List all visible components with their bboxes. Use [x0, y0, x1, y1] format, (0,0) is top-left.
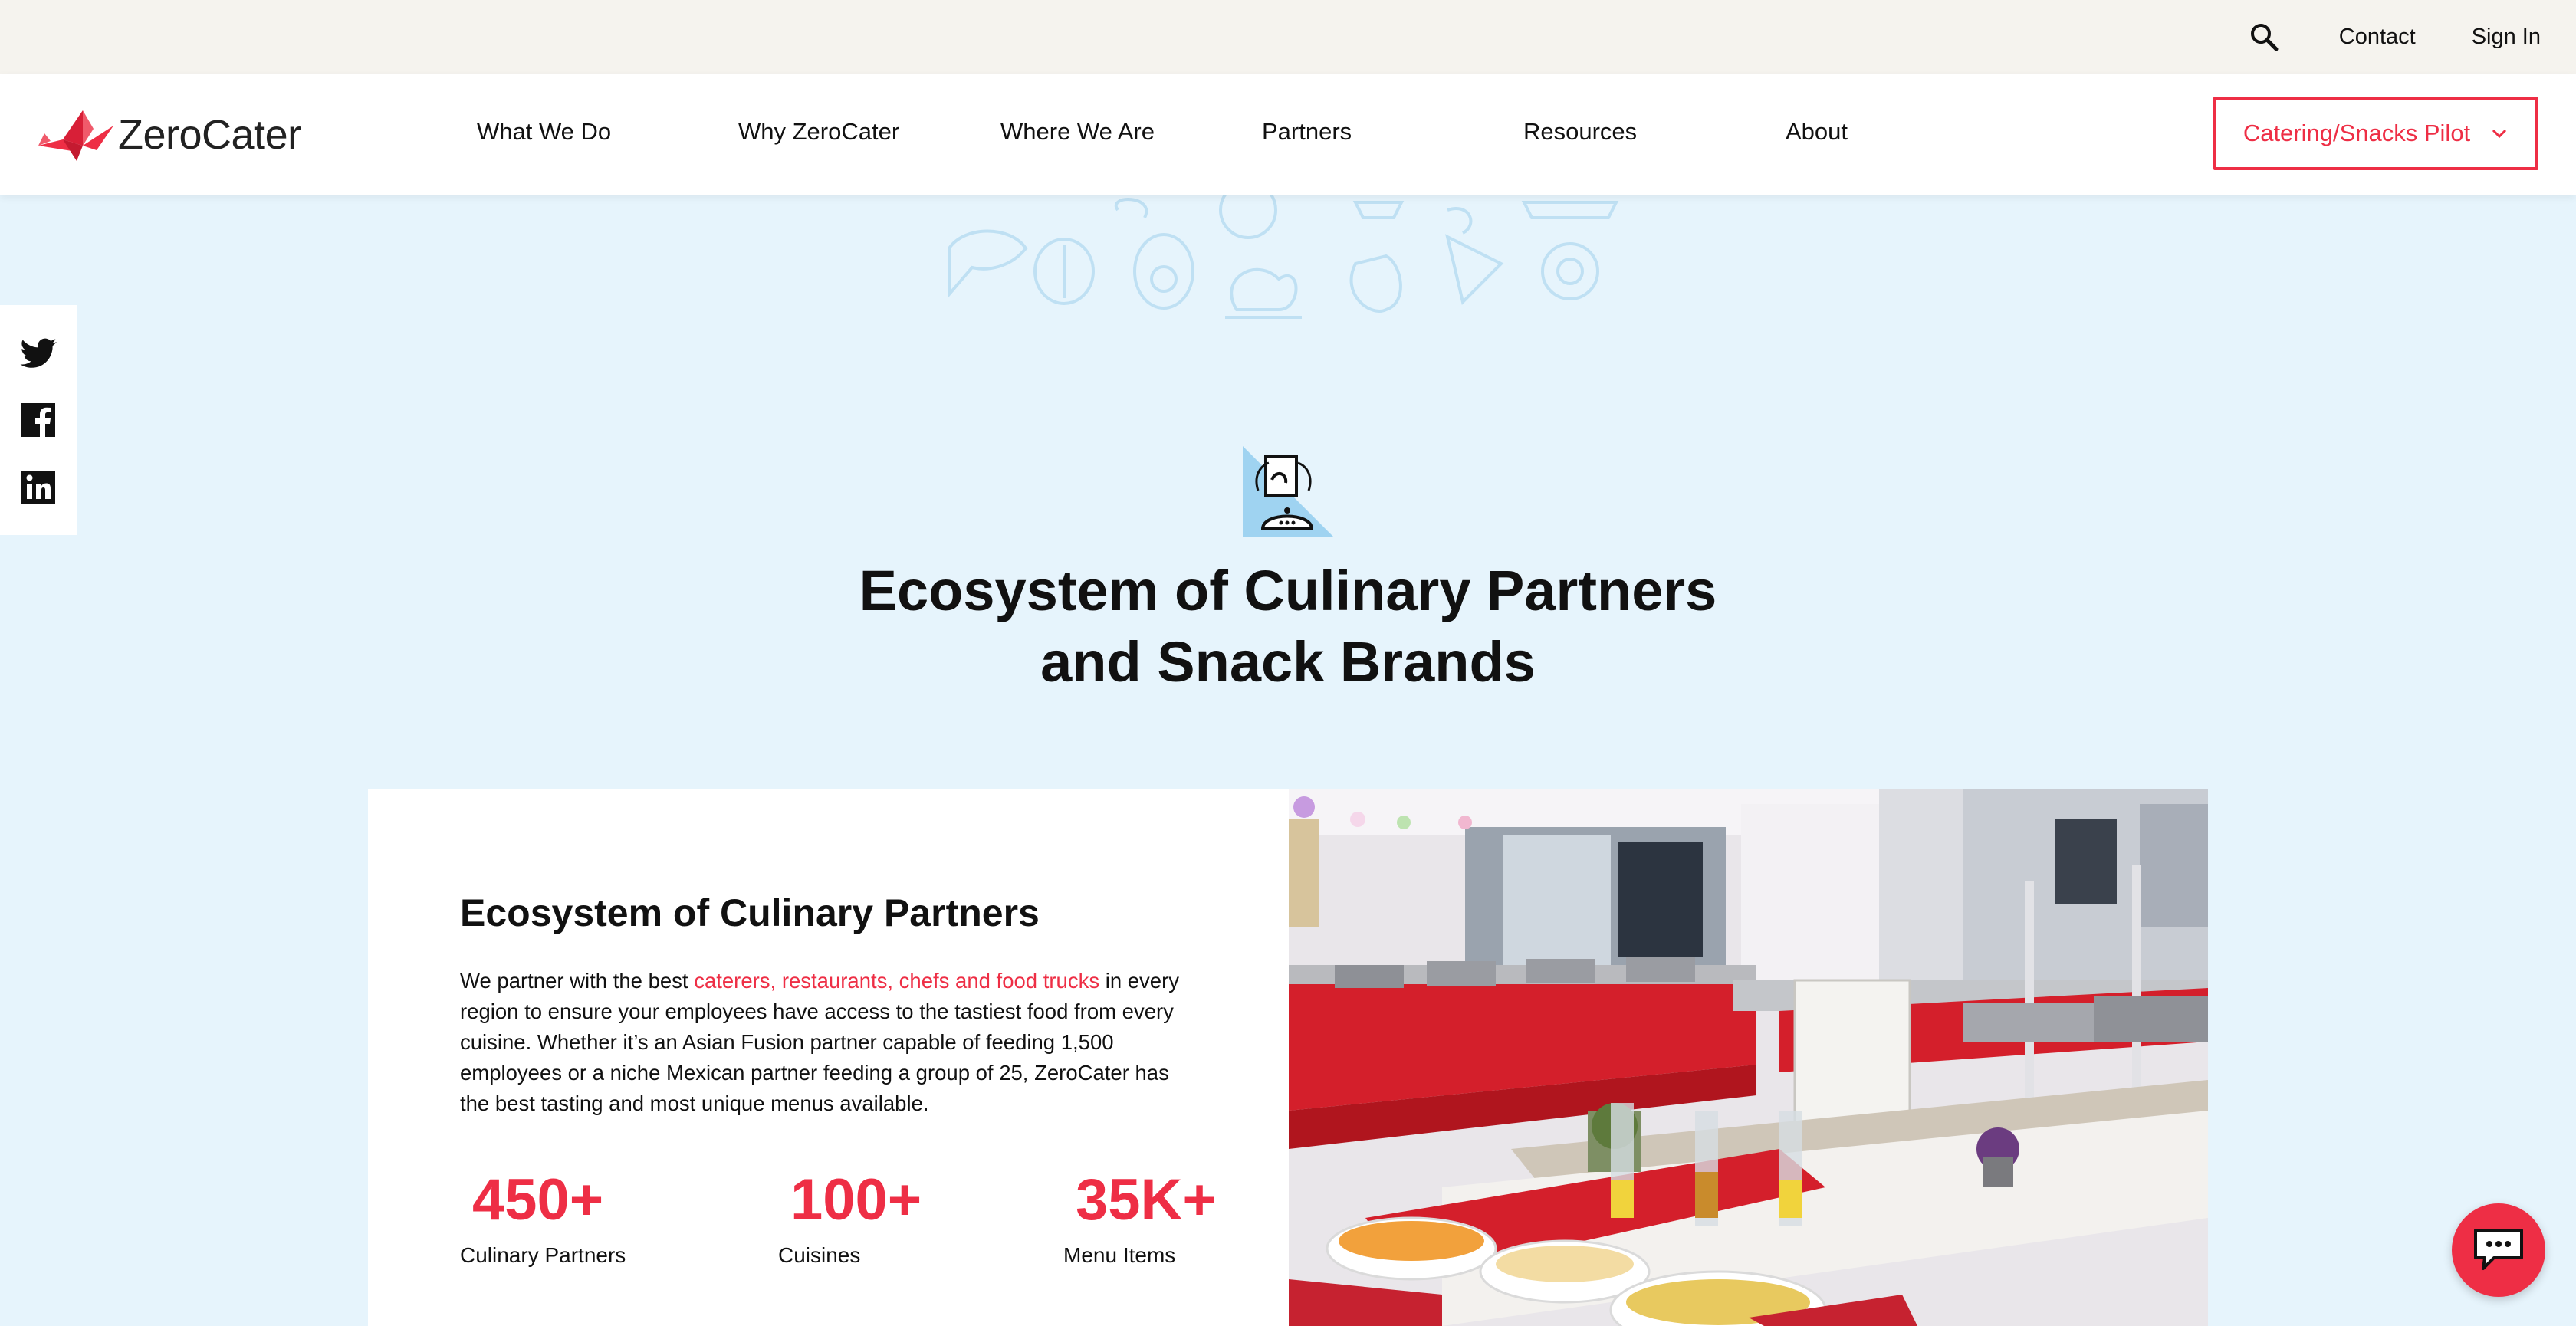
stat-label: Menu Items: [1063, 1243, 1176, 1267]
nav-resources[interactable]: Resources: [1523, 118, 1637, 146]
section-title-line-2: and Snack Brands: [1040, 630, 1536, 694]
zerocater-logo[interactable]: ZeroCater: [37, 104, 301, 166]
twitter-icon[interactable]: [19, 333, 58, 372]
stat-culinary-partners: 450+ Culinary Partners: [460, 1170, 626, 1268]
card-body-prefix: We partner with the best: [460, 969, 695, 993]
card-title: Ecosystem of Culinary Partners: [460, 891, 1040, 934]
social-share-rail: [0, 305, 77, 535]
stat-label: Culinary Partners: [460, 1243, 626, 1267]
section-title: Ecosystem of Culinary Partners and Snack…: [751, 555, 1825, 697]
nav-about[interactable]: About: [1786, 118, 1848, 146]
nav-why-zerocater[interactable]: Why ZeroCater: [738, 118, 899, 146]
stat-label: Cuisines: [778, 1243, 861, 1267]
nav-where-we-are[interactable]: Where We Are: [1001, 118, 1155, 146]
stat-value: 450+: [472, 1167, 604, 1232]
linkedin-icon[interactable]: [19, 468, 58, 507]
logo-wordmark: ZeroCater: [118, 112, 301, 158]
stat-value: 35K+: [1076, 1167, 1217, 1232]
food-pattern-illustration: [948, 195, 1619, 319]
stat-value: 100+: [790, 1167, 922, 1232]
card-description: We partner with the best caterers, resta…: [460, 966, 1196, 1119]
search-icon: [2250, 24, 2279, 51]
nav-what-we-do[interactable]: What We Do: [477, 118, 611, 146]
facebook-icon[interactable]: [19, 401, 58, 439]
utility-bar: Contact Sign In: [0, 0, 2576, 74]
catering-buffet-photo: [1289, 789, 2208, 1326]
crane-logo-icon: [38, 110, 113, 161]
search-button[interactable]: [2247, 20, 2281, 54]
stat-menu-items: 35K+ Menu Items: [1063, 1170, 1217, 1268]
stat-cuisines: 100+ Cuisines: [778, 1170, 922, 1268]
caterers-link[interactable]: caterers, restaurants, chefs and food tr…: [694, 969, 1099, 993]
catering-service-icon: [1243, 446, 1333, 537]
chat-icon: [2474, 1229, 2523, 1270]
section-title-line-1: Ecosystem of Culinary Partners: [859, 559, 1717, 622]
sign-in-link[interactable]: Sign In: [2472, 25, 2541, 50]
catering-snacks-pilot-button[interactable]: Catering/Snacks Pilot: [2213, 97, 2538, 170]
chevron-down-icon: [2492, 129, 2507, 139]
contact-link[interactable]: Contact: [2339, 25, 2416, 50]
main-navigation: ZeroCater What We Do Why ZeroCater Where…: [0, 74, 2576, 195]
chat-launcher-button[interactable]: [2452, 1203, 2545, 1297]
nav-partners[interactable]: Partners: [1262, 118, 1352, 146]
cta-label: Catering/Snacks Pilot: [2242, 120, 2471, 146]
culinary-partners-card: Ecosystem of Culinary Partners We partne…: [368, 789, 1289, 1326]
